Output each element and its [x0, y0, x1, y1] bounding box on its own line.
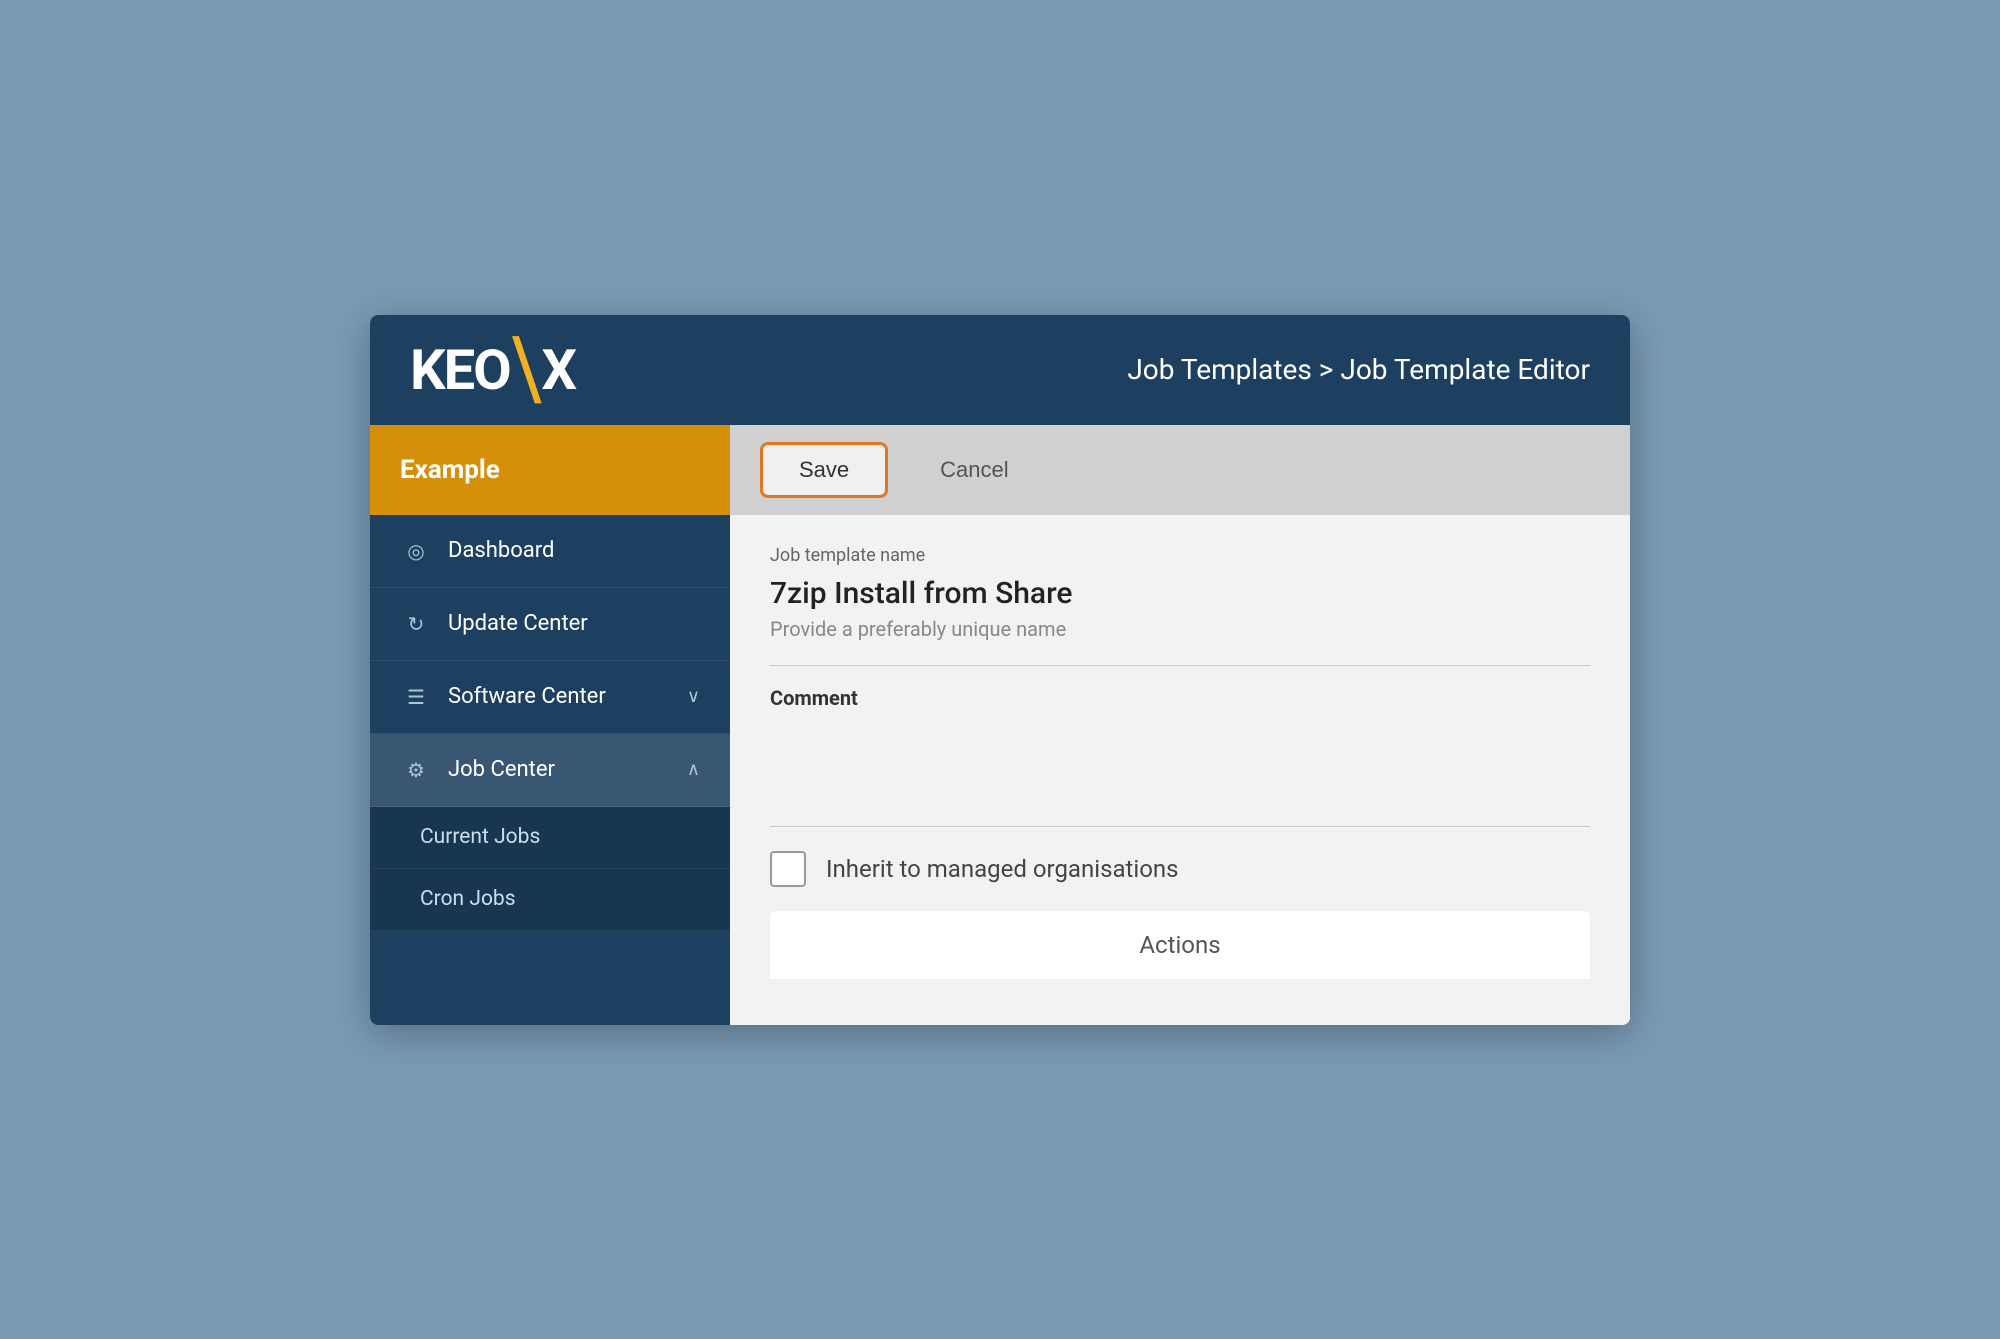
divider [770, 665, 1590, 666]
logo-area: KEO╲X [410, 342, 730, 398]
sidebar-submenu-label: Cron Jobs [420, 887, 516, 911]
sidebar-brand-label: Example [400, 455, 500, 485]
chevron-down-icon: ∨ [687, 686, 700, 707]
comment-input[interactable] [770, 722, 1590, 802]
template-name-value[interactable]: 7zip Install from Share [770, 576, 1590, 611]
template-name-hint: Provide a preferably unique name [770, 617, 1590, 641]
sidebar-item-current-jobs[interactable]: Current Jobs [370, 807, 730, 869]
app-window: KEO╲X Job Templates > Job Template Edito… [370, 315, 1630, 1025]
header: KEO╲X Job Templates > Job Template Edito… [370, 315, 1630, 425]
comment-label: Comment [770, 686, 1590, 710]
sidebar-item-label: Update Center [448, 611, 700, 636]
inherit-label: Inherit to managed organisations [826, 855, 1179, 883]
template-name-field-group: Job template name 7zip Install from Shar… [770, 545, 1590, 641]
divider-2 [770, 826, 1590, 827]
sidebar-item-update-center[interactable]: ↻ Update Center [370, 588, 730, 661]
dashboard-icon: ◎ [400, 535, 432, 567]
chevron-up-icon: ∧ [687, 759, 700, 780]
sidebar-submenu-label: Current Jobs [420, 825, 540, 849]
sidebar-item-label: Software Center [448, 684, 687, 709]
breadcrumb-area: Job Templates > Job Template Editor [730, 353, 1590, 386]
sidebar-item-job-center[interactable]: ⚙ Job Center ∧ [370, 734, 730, 807]
template-name-label: Job template name [770, 545, 1590, 566]
logo: KEO╲X [410, 342, 575, 398]
inherit-row: Inherit to managed organisations [770, 851, 1590, 887]
cancel-button[interactable]: Cancel [904, 445, 1044, 495]
actions-label: Actions [800, 931, 1560, 959]
form-area: Job template name 7zip Install from Shar… [730, 515, 1630, 1025]
sidebar: Example ◎ Dashboard ↻ Update Center ☰ So… [370, 425, 730, 1025]
sidebar-item-label: Dashboard [448, 538, 700, 563]
toolbar: Save Cancel [730, 425, 1630, 515]
software-icon: ☰ [400, 681, 432, 713]
breadcrumb: Job Templates > Job Template Editor [1127, 353, 1590, 386]
sidebar-item-software-center[interactable]: ☰ Software Center ∨ [370, 661, 730, 734]
sidebar-brand: Example [370, 425, 730, 515]
comment-field-group: Comment [770, 686, 1590, 802]
save-button[interactable]: Save [760, 442, 888, 498]
inherit-checkbox[interactable] [770, 851, 806, 887]
main-layout: Example ◎ Dashboard ↻ Update Center ☰ So… [370, 425, 1630, 1025]
jobcenter-icon: ⚙ [400, 754, 432, 786]
actions-section: Actions [770, 911, 1590, 979]
sidebar-item-label: Job Center [448, 757, 687, 782]
sidebar-item-cron-jobs[interactable]: Cron Jobs [370, 869, 730, 931]
update-icon: ↻ [400, 608, 432, 640]
sidebar-item-dashboard[interactable]: ◎ Dashboard [370, 515, 730, 588]
content-area: Save Cancel Job template name 7zip Insta… [730, 425, 1630, 1025]
